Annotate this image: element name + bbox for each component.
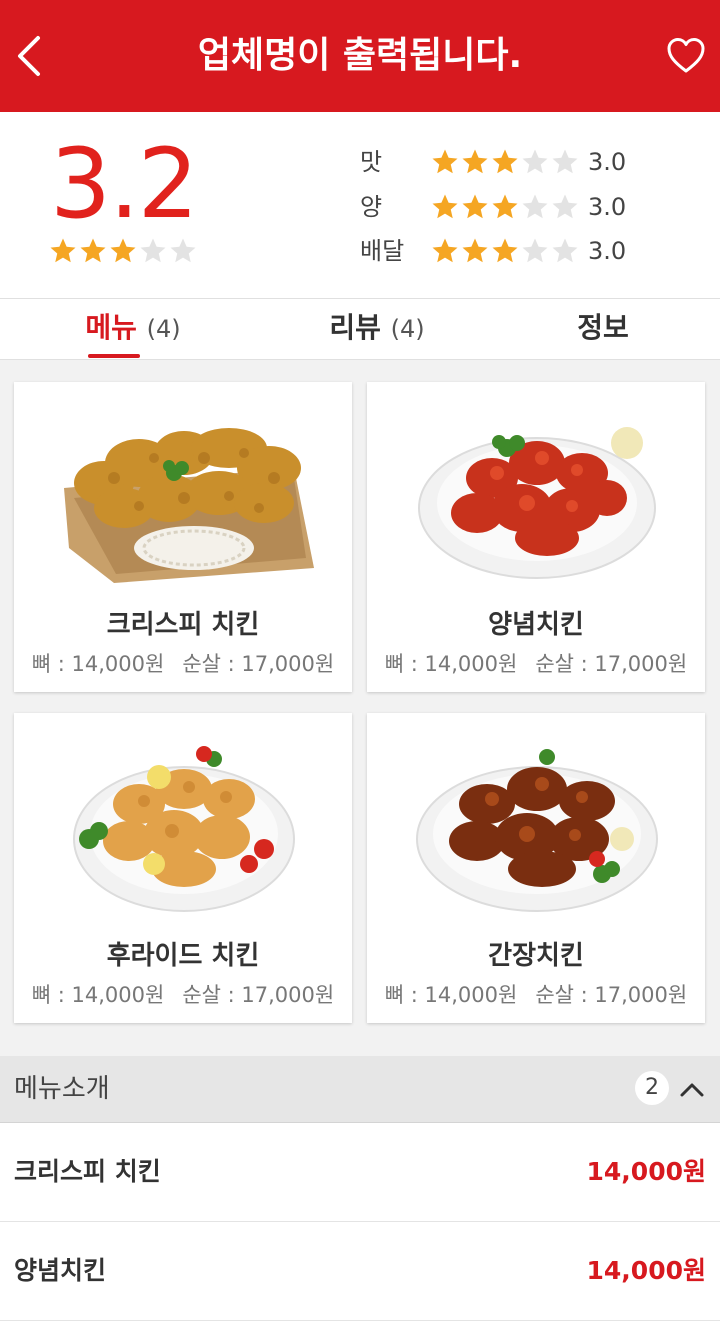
menu-price: 뼈 : 14,000원 순살 : 17,000원 <box>367 979 705 1009</box>
chevron-up-icon[interactable] <box>678 1076 706 1102</box>
menu-item-name: 크리스피 치킨 <box>14 1157 161 1186</box>
rating-stars <box>430 192 580 222</box>
menu-grid: 크리스피 치킨 뼈 : 14,000원 순살 : 17,000원 양념치킨 뼈 :… <box>0 360 720 1056</box>
tab-count: (4) <box>146 315 181 343</box>
star-filled-icon <box>492 238 518 263</box>
rating-stars <box>430 236 580 266</box>
tab-label: 리뷰 <box>329 311 381 344</box>
menu-item-name: 양념치킨 <box>14 1256 107 1285</box>
menu-item-price: 14,000원 <box>586 1157 706 1186</box>
star-filled-icon <box>462 194 488 219</box>
menu-name: 후라이드 치킨 <box>106 941 260 971</box>
heart-icon <box>667 38 705 73</box>
tab-menu[interactable]: 메뉴 (4) <box>0 299 266 359</box>
app-header: 업체명이 출력됩니다. <box>0 0 720 112</box>
star-filled-icon <box>110 238 136 263</box>
menu-card[interactable]: 후라이드 치킨 뼈 : 14,000원 순살 : 17,000원 <box>14 713 352 1023</box>
rating-summary: 3.2 맛 3.0 양 3.0 배달 3.0 <box>0 112 720 299</box>
menu-name: 양념치킨 <box>488 610 584 640</box>
star-filled-icon <box>462 238 488 263</box>
rating-row-taste: 맛 3.0 <box>360 142 680 182</box>
soy-chicken-image <box>416 749 658 912</box>
menu-list-item[interactable]: 양념치킨 14,000원 <box>0 1222 720 1321</box>
rating-stars <box>430 147 580 177</box>
rating-row-delivery: 배달 3.0 <box>360 231 680 271</box>
rating-label: 맛 <box>360 148 383 176</box>
menu-price: 뼈 : 14,000원 순살 : 17,000원 <box>14 648 352 678</box>
tab-info[interactable]: 정보 <box>470 299 720 359</box>
overall-score: 3.2 <box>50 128 199 240</box>
star-empty-icon <box>522 238 548 263</box>
crispy-chicken-image <box>64 428 314 583</box>
menu-price: 뼈 : 14,000원 순살 : 17,000원 <box>14 979 352 1009</box>
tab-label: 메뉴 <box>85 311 137 344</box>
chevron-left-icon <box>18 36 40 76</box>
star-empty-icon <box>140 238 166 263</box>
star-filled-icon <box>492 149 518 174</box>
menu-price: 뼈 : 14,000원 순살 : 17,000원 <box>367 648 705 678</box>
rating-value: 3.0 <box>588 148 627 176</box>
menu-name: 크리스피 치킨 <box>106 610 260 640</box>
boneless-price: 순살 : 17,000원 <box>182 983 335 1007</box>
rating-value: 3.0 <box>588 193 627 221</box>
star-filled-icon <box>432 238 458 263</box>
back-button[interactable] <box>10 30 50 82</box>
favorite-button[interactable] <box>666 36 706 76</box>
overall-stars <box>48 236 198 266</box>
rating-row-amount: 양 3.0 <box>360 187 680 227</box>
menu-item-price: 14,000원 <box>586 1256 706 1285</box>
boneless-price: 순살 : 17,000원 <box>182 652 335 676</box>
section-title: 메뉴소개 <box>14 1074 110 1104</box>
bone-price: 뼈 : 14,000원 <box>384 652 518 676</box>
star-empty-icon <box>170 238 196 263</box>
tab-bar: 메뉴 (4) 리뷰 (4) 정보 <box>0 299 720 360</box>
star-filled-icon <box>80 238 106 263</box>
rating-label: 양 <box>360 193 383 221</box>
fried-chicken-image <box>73 746 295 912</box>
page-title: 업체명이 출력됩니다. <box>197 35 523 76</box>
boneless-price: 순살 : 17,000원 <box>535 652 688 676</box>
bone-price: 뼈 : 14,000원 <box>31 652 165 676</box>
count-badge: 2 <box>635 1071 669 1105</box>
bone-price: 뼈 : 14,000원 <box>384 983 518 1007</box>
star-filled-icon <box>492 194 518 219</box>
tab-count: (4) <box>390 315 425 343</box>
star-empty-icon <box>552 149 578 174</box>
star-filled-icon <box>432 149 458 174</box>
boneless-price: 순살 : 17,000원 <box>535 983 688 1007</box>
star-empty-icon <box>522 194 548 219</box>
rating-label: 배달 <box>360 237 405 265</box>
star-empty-icon <box>522 149 548 174</box>
star-filled-icon <box>432 194 458 219</box>
menu-list-item[interactable]: 크리스피 치킨 14,000원 <box>0 1123 720 1222</box>
rating-value: 3.0 <box>588 237 627 265</box>
star-filled-icon <box>50 238 76 263</box>
star-empty-icon <box>552 238 578 263</box>
star-filled-icon <box>462 149 488 174</box>
menu-section-header[interactable]: 메뉴소개 2 <box>0 1056 720 1123</box>
bone-price: 뼈 : 14,000원 <box>31 983 165 1007</box>
menu-name: 간장치킨 <box>488 941 584 971</box>
star-empty-icon <box>552 194 578 219</box>
menu-card[interactable]: 간장치킨 뼈 : 14,000원 순살 : 17,000원 <box>367 713 705 1023</box>
menu-card[interactable]: 크리스피 치킨 뼈 : 14,000원 순살 : 17,000원 <box>14 382 352 692</box>
yangnyeom-chicken-image <box>418 427 656 579</box>
menu-card[interactable]: 양념치킨 뼈 : 14,000원 순살 : 17,000원 <box>367 382 705 692</box>
active-tab-indicator <box>88 354 140 358</box>
tab-label: 정보 <box>577 311 629 344</box>
